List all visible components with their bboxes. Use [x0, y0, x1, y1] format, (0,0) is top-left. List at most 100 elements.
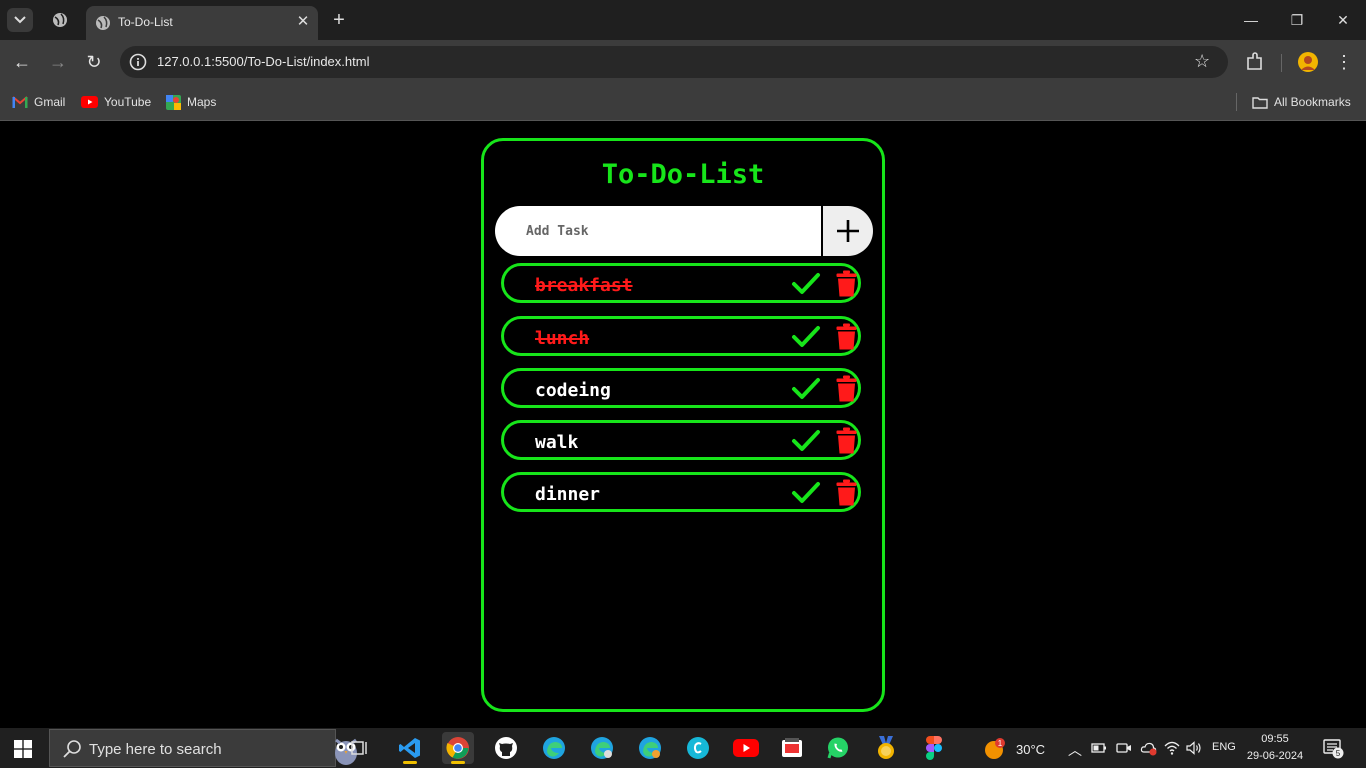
sun-icon: 1: [985, 738, 1005, 759]
task-item: lunch: [501, 316, 861, 356]
menu-dots-icon[interactable]: ⋮: [1333, 51, 1355, 73]
figma-icon: [926, 736, 942, 760]
globe-icon[interactable]: [52, 12, 68, 28]
close-tab-icon[interactable]: ✕: [294, 13, 312, 31]
check-icon[interactable]: [791, 271, 821, 297]
new-tab-button[interactable]: +: [329, 10, 349, 30]
bookmark-maps[interactable]: Maps: [166, 93, 216, 111]
todo-card: To-Do-List breakfast lunch codeing walk …: [481, 138, 885, 712]
battery-icon[interactable]: [1091, 742, 1107, 754]
taskbar-app-canva[interactable]: [682, 732, 714, 764]
extensions-icon[interactable]: [1244, 51, 1266, 73]
whatsapp-icon: [827, 737, 848, 759]
youtube-icon: [81, 96, 98, 108]
volume-icon[interactable]: [1186, 740, 1202, 756]
trash-icon[interactable]: [836, 479, 857, 506]
task-text[interactable]: walk: [535, 432, 578, 453]
taskbar-app-edge[interactable]: [538, 732, 570, 764]
bookmark-label: Gmail: [34, 95, 66, 109]
wifi-icon[interactable]: [1164, 740, 1180, 756]
taskbar-search[interactable]: Type here to search: [49, 729, 357, 767]
chrome-icon: [446, 737, 469, 759]
info-icon[interactable]: [129, 53, 147, 71]
taskbar-app-media[interactable]: [776, 732, 808, 764]
trash-icon[interactable]: [836, 270, 857, 297]
back-icon[interactable]: ←: [11, 51, 33, 73]
language-indicator[interactable]: ENG: [1212, 741, 1236, 753]
add-task-form: [495, 206, 873, 256]
taskbar-app-figma[interactable]: [918, 732, 950, 764]
task-text[interactable]: dinner: [535, 484, 600, 505]
youtube-icon: [733, 739, 759, 757]
notification-count: 5: [1336, 749, 1341, 758]
chevron-down-icon: [14, 16, 26, 24]
taskbar-app-edge-2[interactable]: [634, 732, 666, 764]
close-window-icon[interactable]: ✕: [1333, 10, 1353, 30]
minimize-icon[interactable]: —: [1241, 10, 1261, 30]
bookmark-label: Maps: [187, 95, 217, 109]
notification-icon[interactable]: 5: [1323, 739, 1345, 759]
check-icon[interactable]: [791, 376, 821, 402]
maps-icon: [166, 94, 181, 110]
vscode-icon: [399, 738, 420, 758]
check-icon[interactable]: [791, 428, 821, 454]
task-text[interactable]: lunch: [535, 328, 589, 349]
address-bar[interactable]: 127.0.0.1:5500/To-Do-List/index.html ☆: [120, 46, 1228, 78]
bookmark-gmail[interactable]: Gmail: [12, 93, 65, 111]
toolbar-divider: [1281, 54, 1282, 72]
weather-temp: 30°C: [1016, 741, 1046, 757]
taskbar-app-whatsapp[interactable]: [822, 732, 854, 764]
all-bookmarks-button[interactable]: All Bookmarks: [1252, 93, 1351, 111]
profile-avatar[interactable]: [1297, 51, 1319, 73]
media-app-icon: [782, 738, 802, 757]
check-icon[interactable]: [791, 324, 821, 350]
globe-icon: [96, 16, 110, 30]
search-icon: [63, 740, 81, 758]
task-text[interactable]: breakfast: [535, 275, 633, 296]
task-view-icon[interactable]: [351, 739, 369, 757]
taskbar-app-chrome[interactable]: [442, 732, 474, 764]
weather-badge: 1: [998, 739, 1003, 748]
reload-icon[interactable]: ↻: [83, 51, 105, 73]
cloud-offline-icon[interactable]: [1140, 740, 1158, 756]
task-item: dinner: [501, 472, 861, 512]
search-placeholder: Type here to search: [89, 741, 222, 758]
taskbar-app-youtube[interactable]: [730, 732, 762, 764]
taskbar-app-github[interactable]: [490, 732, 522, 764]
chevron-up-icon[interactable]: ︿: [1068, 740, 1082, 760]
forward-icon[interactable]: →: [47, 51, 69, 73]
taskbar-app-edge-profile[interactable]: [586, 732, 618, 764]
clock-time: 09:55: [1261, 733, 1289, 745]
camera-icon[interactable]: [1116, 741, 1132, 755]
system-clock[interactable]: 09:55 29-06-2024: [1244, 731, 1306, 765]
trash-icon[interactable]: [836, 375, 857, 402]
page-title: To-Do-List: [601, 159, 765, 190]
all-bookmarks-label: All Bookmarks: [1274, 95, 1351, 109]
task-input[interactable]: [495, 206, 821, 256]
check-icon[interactable]: [791, 480, 821, 506]
trash-icon[interactable]: [836, 427, 857, 454]
bookmark-youtube[interactable]: YouTube: [81, 93, 151, 111]
windows-start-icon[interactable]: [14, 740, 32, 758]
restore-icon[interactable]: ❐: [1287, 10, 1307, 30]
trash-icon[interactable]: [836, 323, 857, 350]
clock-date: 29-06-2024: [1246, 750, 1304, 762]
browser-toolbar: ← → ↻ 127.0.0.1:5500/To-Do-List/index.ht…: [0, 40, 1366, 85]
add-task-button[interactable]: [821, 206, 873, 256]
browser-tab[interactable]: To-Do-List ✕: [86, 6, 318, 40]
taskbar-app-vscode[interactable]: [394, 732, 426, 764]
tab-search-button[interactable]: [7, 8, 33, 32]
medal-icon: [878, 736, 894, 759]
task-item: codeing: [501, 368, 861, 408]
bookmark-star-icon[interactable]: ☆: [1194, 51, 1210, 72]
taskbar-app-award[interactable]: [870, 732, 902, 764]
canva-icon: [687, 737, 709, 759]
tab-strip: To-Do-List ✕ + — ❐ ✕: [0, 0, 1366, 40]
taskbar: Type here to search 1 30°C ︿ ENG 09:55 2…: [0, 728, 1366, 768]
url-text: 127.0.0.1:5500/To-Do-List/index.html: [157, 54, 370, 69]
task-text[interactable]: codeing: [535, 380, 611, 401]
github-icon: [495, 737, 517, 759]
task-item: breakfast: [501, 263, 861, 303]
weather-widget[interactable]: 1 30°C: [984, 738, 1045, 760]
folder-icon: [1252, 96, 1268, 109]
